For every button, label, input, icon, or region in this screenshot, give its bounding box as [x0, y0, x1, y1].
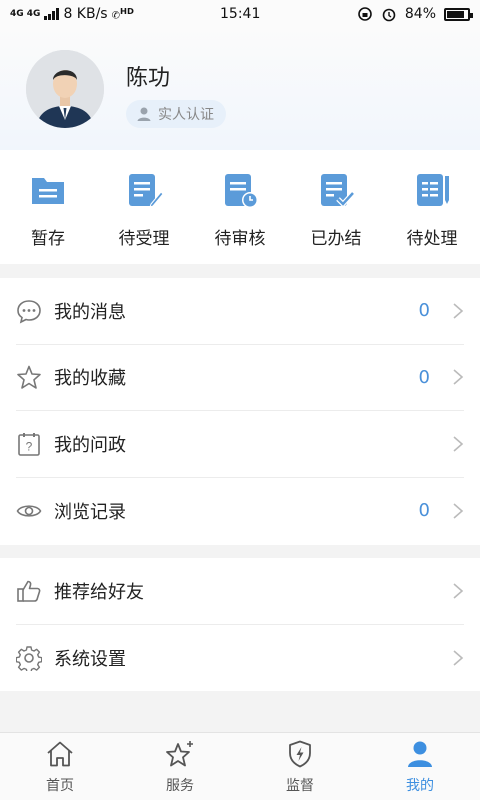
pen-document-icon: [417, 174, 449, 206]
bottom-tab-bar: 首页 服务 监督 我的: [0, 732, 480, 800]
tab-services[interactable]: 服务: [120, 733, 240, 800]
menu-list-secondary: 推荐给好友 系统设置: [0, 558, 480, 691]
chevron-right-icon: [453, 650, 464, 666]
action-label: 待处理: [406, 229, 458, 249]
action-to-handle[interactable]: 待处理: [384, 150, 480, 264]
menu-list-main: 我的消息 0 我的收藏 0 ? 我的问政 浏览记录 0: [0, 278, 480, 545]
network-speed: 8 KB/s: [63, 6, 108, 22]
menu-item-messages[interactable]: 我的消息 0: [16, 278, 464, 345]
alarm-icon: [382, 8, 396, 22]
action-pending-review[interactable]: 待审核: [192, 150, 288, 264]
network-type: 4G 4G: [10, 8, 41, 19]
battery-icon: [444, 7, 473, 21]
menu-item-label: 浏览记录: [54, 501, 126, 523]
star-service-icon: [166, 741, 193, 767]
action-pending-accept[interactable]: 待受理: [96, 150, 192, 264]
action-completed[interactable]: 已办结: [288, 150, 384, 264]
chevron-right-icon: [453, 436, 464, 452]
message-count: 0: [418, 300, 430, 322]
gear-icon: [16, 646, 42, 671]
message-icon: [17, 299, 41, 324]
menu-item-history[interactable]: 浏览记录 0: [16, 478, 464, 545]
eye-icon: [16, 505, 42, 517]
menu-item-favorites[interactable]: 我的收藏 0: [16, 345, 464, 411]
action-label: 已办结: [310, 229, 362, 249]
history-count: 0: [418, 500, 430, 522]
chevron-right-icon: [453, 583, 464, 599]
favorites-count: 0: [418, 366, 430, 388]
status-bar: 4G 4G 8 KB/s ✆HD 15:41 84%: [0, 0, 480, 28]
tab-label: 监督: [286, 778, 314, 794]
clock: 15:41: [220, 6, 261, 22]
folder-icon: [32, 178, 64, 204]
rotation-lock-icon: [358, 7, 372, 21]
tab-supervision[interactable]: 监督: [240, 733, 360, 800]
user-name: 陈功: [126, 66, 171, 91]
profile-header: 陈功 实人认证: [0, 28, 480, 150]
chevron-right-icon: [453, 369, 464, 385]
menu-item-label: 我的问政: [54, 434, 126, 456]
home-icon: [47, 741, 73, 767]
action-label: 待审核: [214, 229, 266, 249]
call-hd-icon: ✆HD: [111, 6, 134, 22]
battery-percent: 84%: [404, 6, 436, 22]
chevron-right-icon: [453, 503, 464, 519]
menu-item-label: 系统设置: [54, 648, 126, 670]
svg-text:?: ?: [26, 439, 33, 453]
menu-item-my-inquiries[interactable]: ? 我的问政: [16, 411, 464, 478]
tab-label: 我的: [406, 778, 434, 794]
user-icon: [137, 107, 151, 121]
menu-item-label: 我的收藏: [54, 368, 126, 390]
menu-item-label: 我的消息: [54, 301, 126, 323]
real-name-verify-badge[interactable]: 实人认证: [126, 100, 226, 128]
tab-label: 首页: [46, 778, 74, 794]
star-icon: [17, 365, 41, 390]
shield-icon: [289, 740, 311, 768]
person-icon: [408, 741, 432, 767]
menu-item-recommend[interactable]: 推荐给好友: [16, 558, 464, 625]
verify-label: 实人认证: [158, 107, 214, 123]
tab-mine[interactable]: 我的: [360, 733, 480, 800]
action-label: 待受理: [118, 229, 170, 249]
clock-document-icon: [225, 174, 258, 208]
question-icon: ?: [18, 432, 40, 456]
tab-home[interactable]: 首页: [0, 733, 120, 800]
hd-label: HD: [119, 6, 134, 17]
chevron-right-icon: [453, 303, 464, 319]
avatar[interactable]: [26, 50, 104, 128]
menu-item-label: 推荐给好友: [54, 581, 144, 603]
menu-item-settings[interactable]: 系统设置: [16, 625, 464, 692]
edit-document-icon: [129, 174, 164, 208]
order-status-bar: 暂存 待受理 待审核 已办结 待处理: [0, 150, 480, 264]
thumbs-up-icon: [17, 580, 41, 602]
signal-icon: [44, 8, 60, 20]
action-draft[interactable]: 暂存: [0, 150, 96, 264]
check-document-icon: [321, 174, 355, 208]
tab-label: 服务: [166, 778, 194, 794]
action-label: 暂存: [31, 229, 65, 249]
